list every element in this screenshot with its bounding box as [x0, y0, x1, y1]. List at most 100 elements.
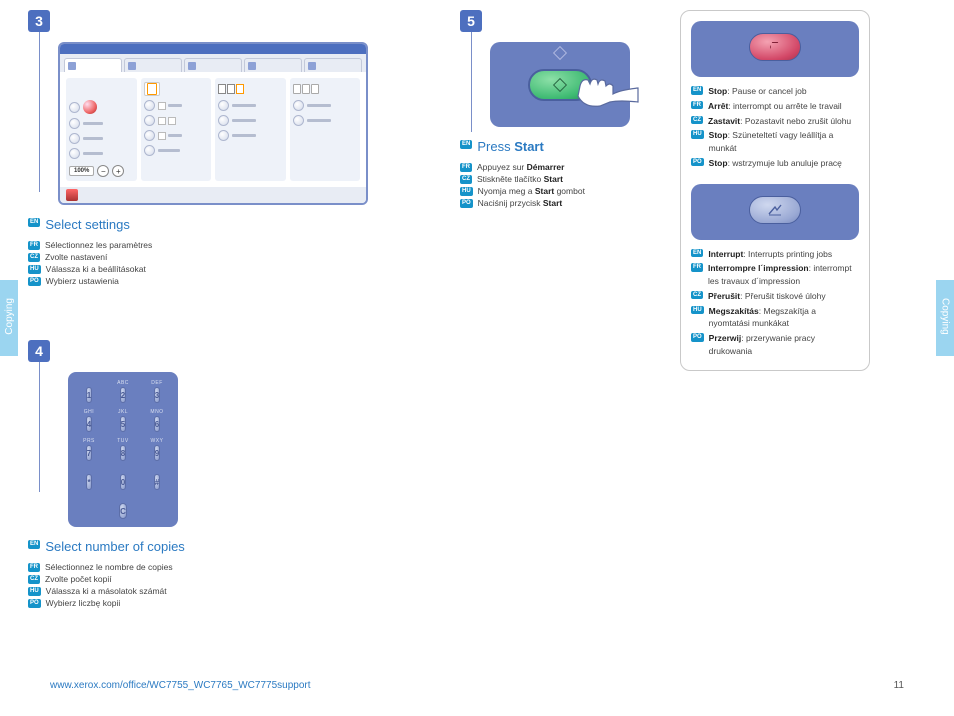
key-0[interactable]: 0 — [120, 474, 126, 490]
key-label: TUV — [117, 438, 129, 444]
key-9[interactable]: 9 — [154, 445, 160, 461]
key-label: PRS — [83, 438, 95, 444]
lang-cz: CZ — [28, 253, 40, 262]
lang-cz: CZ — [28, 575, 40, 584]
stop-en: Stop: Pause or cancel job — [708, 85, 806, 98]
step-4-heading: Select number of copies — [45, 539, 184, 554]
translation-line: Zvolte počet kopií — [45, 574, 112, 584]
lang-fr: FR — [691, 263, 703, 272]
copier-touch-screen[interactable]: 100% − + — [58, 42, 368, 205]
translation-line: Stiskněte tlačítko Start — [477, 174, 563, 184]
step-3-badge: 3 — [28, 10, 50, 32]
interrupt-button-panel — [691, 184, 859, 240]
lang-cz: CZ — [691, 291, 703, 300]
translation-line: Přerušit: Přerušit tiskové úlohy — [708, 290, 826, 303]
zoom-percent: 100% — [69, 166, 94, 176]
translation-line: Válassza ki a másolatok számát — [46, 586, 167, 596]
side-tab-left: Copying — [0, 280, 18, 356]
hand-press-icon — [570, 72, 640, 114]
translation-line: Interrompre l´impression: interrompt les… — [708, 262, 859, 288]
translation-line: Naciśnij przycisk Start — [478, 198, 563, 208]
key-C[interactable]: C — [119, 503, 127, 519]
key-8[interactable]: 8 — [120, 445, 126, 461]
lang-en: EN — [28, 218, 40, 227]
translation-line: Zvolte nastavení — [45, 252, 107, 262]
interrupt-button[interactable] — [749, 196, 801, 224]
step-3-heading: Select settings — [45, 217, 130, 232]
translation-line: Wybierz ustawienia — [46, 276, 119, 286]
lang-po: PO — [28, 599, 41, 608]
translation-line: Válassza ki a beállításokat — [46, 264, 146, 274]
footer-url[interactable]: www.xerox.com/office/WC7755_WC7765_WC777… — [50, 680, 311, 691]
lang-en: EN — [460, 140, 472, 149]
zoom-plus[interactable]: + — [112, 165, 124, 177]
zoom-minus[interactable]: − — [97, 165, 109, 177]
diamond-outline-icon — [553, 46, 567, 60]
key-label: JKL — [118, 409, 128, 415]
numeric-keypad[interactable]: 1 ABC2 DEF3 GHI4 JKL5 MNO6 PRS7 TUV8 WXY9 * 0 # C — [68, 372, 178, 527]
key-7[interactable]: 7 — [86, 445, 92, 461]
step-3: 3 — [28, 10, 368, 288]
step-5: 5 ENPress Start FRAppuyez sur DémarrerCZ… — [460, 10, 690, 210]
key-#[interactable]: # — [154, 474, 160, 490]
lang-hu: HU — [691, 306, 704, 315]
panel-output[interactable] — [215, 78, 286, 181]
document-icon — [147, 83, 157, 95]
translation-line: Nyomja meg a Start gombot — [478, 186, 585, 196]
key-label: MNO — [150, 409, 163, 415]
lang-hu: HU — [28, 587, 41, 596]
lang-cz: CZ — [691, 116, 703, 125]
panel-sides[interactable] — [141, 78, 212, 181]
key-label: GHI — [84, 409, 94, 415]
stop-button[interactable] — [749, 33, 801, 61]
key-1[interactable]: 1 — [86, 387, 92, 403]
pages-icon — [218, 84, 244, 94]
key-label: DEF — [151, 380, 163, 386]
translation-line: Arrêt: interrompt ou arrête le travail — [708, 100, 842, 113]
stop-hexagon-icon — [770, 42, 781, 53]
lang-fr: FR — [460, 163, 472, 172]
step-4: 4 1ABC2DEF3GHI4JKL5MNO6PRS7TUV8WXY9*0#C … — [28, 340, 348, 610]
page-number: 11 — [894, 680, 904, 691]
translation-line: Stop: wstrzymuje lub anuluje pracę — [709, 157, 842, 170]
page: Copying Copying 3 — [0, 0, 954, 716]
lang-hu: HU — [28, 265, 41, 274]
translation-line: Zastavit: Pozastavit nebo zrušit úlohu — [708, 115, 851, 128]
translation-line: Wybierz liczbę kopii — [46, 598, 121, 608]
lang-po: PO — [691, 333, 704, 342]
step-4-badge: 4 — [28, 340, 50, 362]
interrupt-en: Interrupt: Interrupts printing jobs — [708, 248, 832, 261]
key-2[interactable]: 2 — [120, 387, 126, 403]
key-6[interactable]: 6 — [154, 416, 160, 432]
lang-fr: FR — [691, 101, 703, 110]
translation-line: Przerwij: przerywanie pracy drukowania — [709, 332, 859, 358]
lang-cz: CZ — [460, 175, 472, 184]
step-5-heading: Press Start — [477, 139, 543, 154]
lang-en: EN — [28, 540, 40, 549]
lang-fr: FR — [28, 241, 40, 250]
interrupt-icon — [768, 204, 782, 216]
side-tab-right: Copying — [936, 280, 954, 356]
paper-tray-icon — [293, 84, 319, 94]
translation-line: Sélectionnez le nombre de copies — [45, 562, 173, 572]
footer-icon[interactable] — [66, 189, 78, 201]
translation-line: Stop: Szüneteltetí vagy leállítja a munk… — [709, 129, 859, 155]
key-label: ABC — [117, 380, 129, 386]
lang-hu: HU — [460, 187, 473, 196]
start-button-panel — [490, 42, 630, 127]
key-3[interactable]: 3 — [154, 387, 160, 403]
lang-en: EN — [691, 249, 703, 258]
translation-line: Sélectionnez les paramètres — [45, 240, 152, 250]
key-4[interactable]: 4 — [86, 416, 92, 432]
translation-line: Megszakítás: Megszakítja a nyomtatási mu… — [709, 305, 859, 331]
key-5[interactable]: 5 — [120, 416, 126, 432]
panel-output-color[interactable]: 100% − + — [66, 78, 137, 181]
lang-hu: HU — [691, 130, 704, 139]
key-*[interactable]: * — [86, 474, 91, 490]
start-diamond-icon — [553, 77, 567, 91]
stop-interrupt-card: EN Stop: Pause or cancel job FR Arrêt: int… — [680, 10, 870, 371]
panel-paper[interactable] — [290, 78, 361, 181]
key-label: WXY — [151, 438, 164, 444]
lang-po: PO — [28, 277, 41, 286]
lang-fr: FR — [28, 563, 40, 572]
